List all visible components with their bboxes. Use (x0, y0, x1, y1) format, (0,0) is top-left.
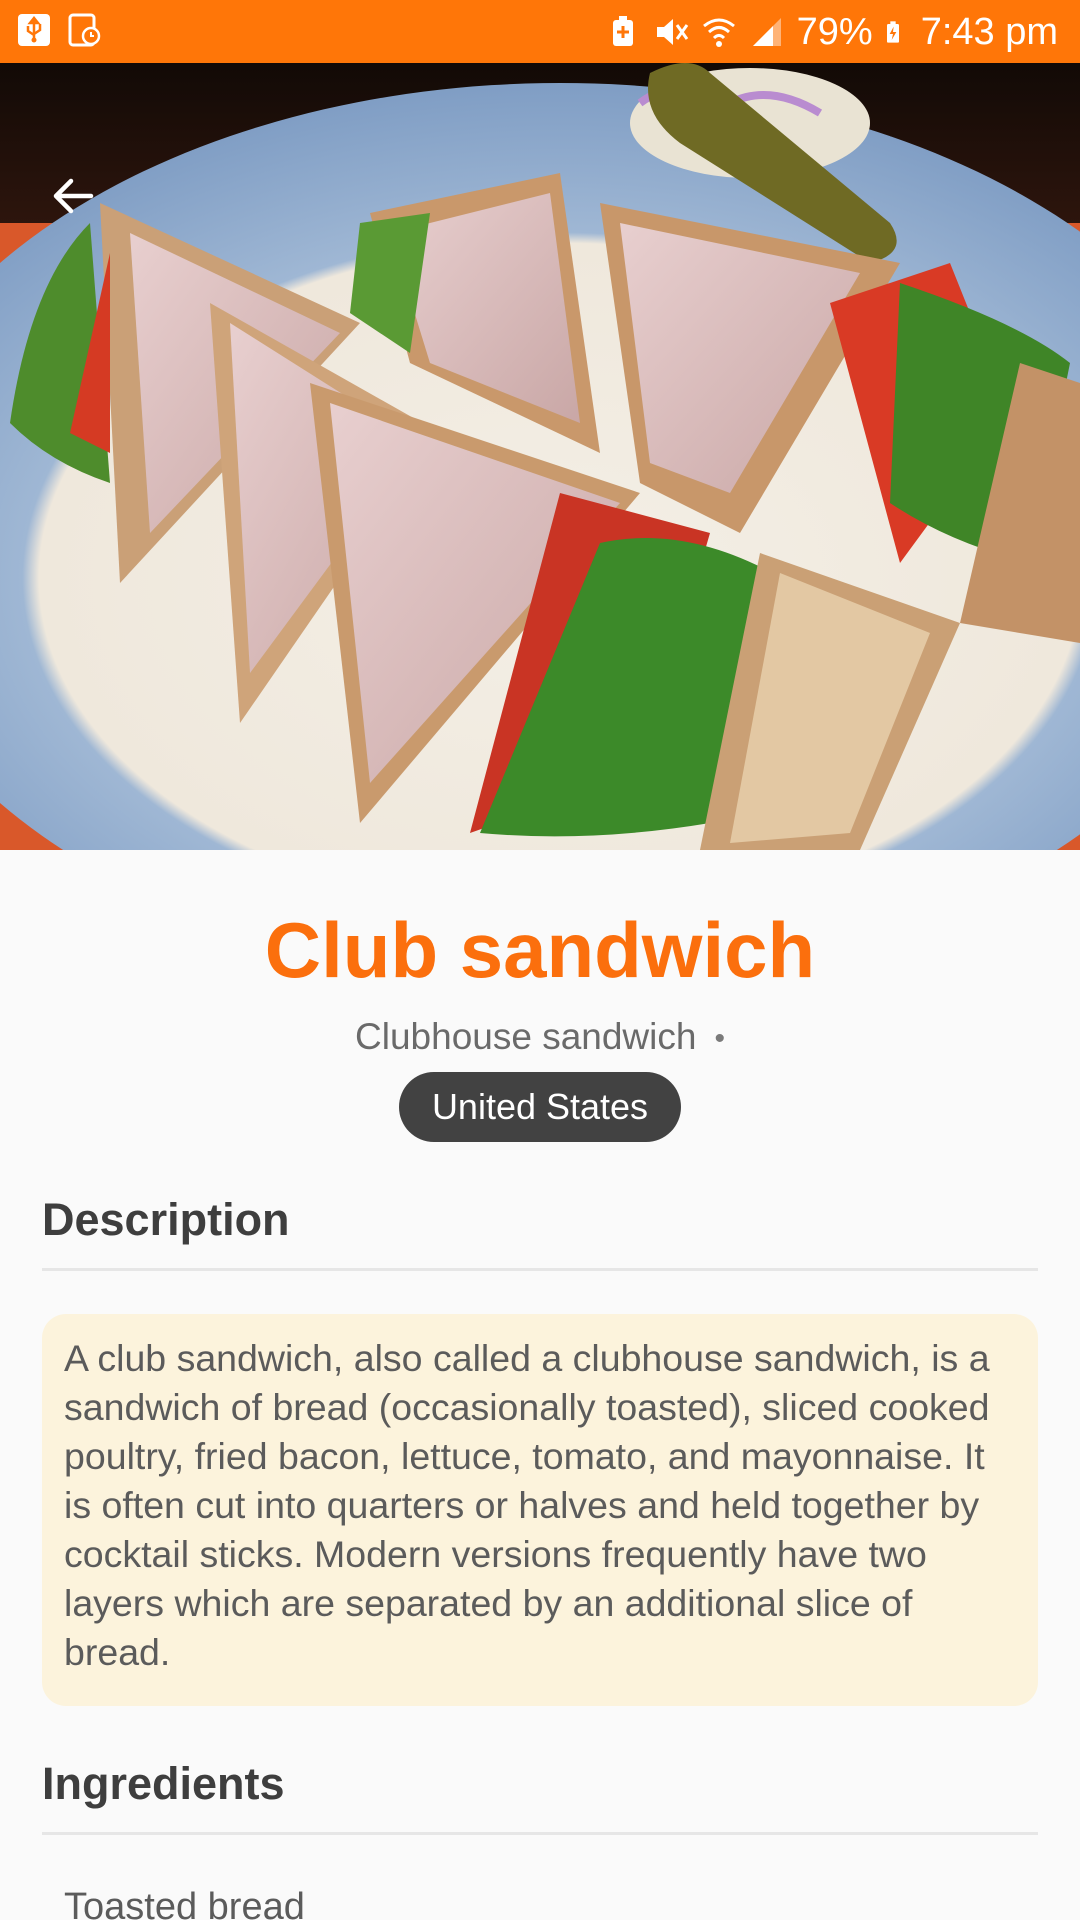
status-left-icons (16, 12, 102, 48)
sandwich-photo (0, 63, 1080, 850)
country-chip[interactable]: United States (399, 1072, 681, 1142)
dish-subtitle: Clubhouse sandwich • (0, 1012, 1080, 1064)
dish-hero-image (0, 63, 1080, 850)
recipe-detail-screen: 79% 7:43 pm Club sandwich Clubhouse sand… (0, 0, 1080, 1920)
mute-icon (656, 19, 688, 45)
description-divider (42, 1268, 1038, 1271)
description-heading: Description (42, 1194, 290, 1245)
screen-record-icon (68, 13, 101, 47)
recipe-content: Club sandwich Clubhouse sandwich • United… (0, 850, 1080, 1920)
battery-saver-icon (612, 16, 633, 46)
ingredient-item: Toasted bread (64, 1886, 305, 1920)
battery-percent: 79% (796, 11, 873, 53)
usb-icon (18, 14, 50, 46)
dish-title: Club sandwich (264, 906, 816, 994)
ingredients-heading: Ingredients (42, 1758, 285, 1809)
subtitle-separator: • (714, 1022, 725, 1056)
dish-alt-name: Clubhouse sandwich (355, 1016, 697, 1057)
description-text: A club sandwich, also called a clubhouse… (64, 1337, 990, 1673)
status-right-icons: 79% 7:43 pm (605, 8, 1058, 56)
status-bar: 79% 7:43 pm (0, 0, 1080, 63)
battery-charging-icon (886, 21, 899, 43)
description-card: A club sandwich, also called a clubhouse… (42, 1314, 1038, 1706)
ingredients-divider (42, 1832, 1038, 1835)
clock: 7:43 pm (920, 11, 1058, 53)
arrow-back-icon (53, 178, 94, 214)
wifi-icon (702, 18, 735, 47)
back-button[interactable] (40, 163, 106, 229)
signal-icon (752, 18, 781, 46)
